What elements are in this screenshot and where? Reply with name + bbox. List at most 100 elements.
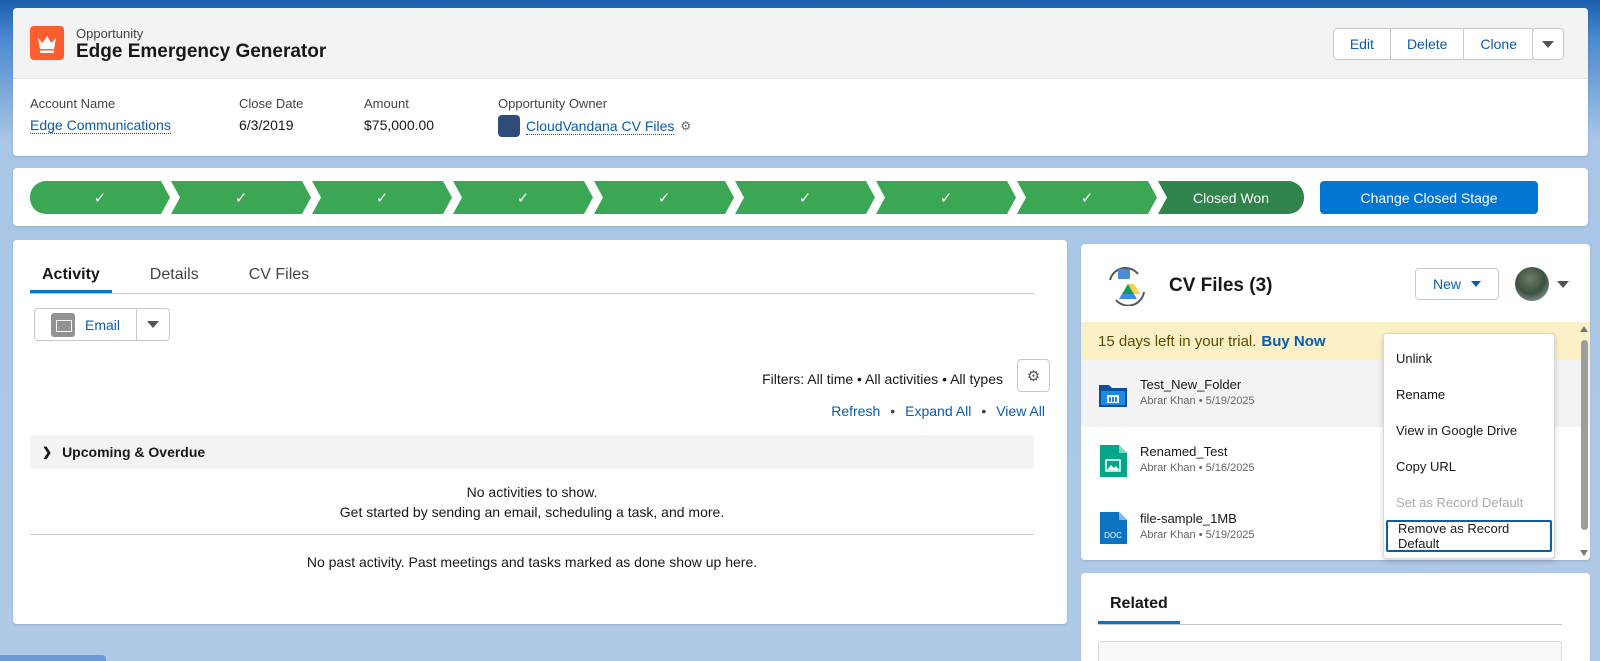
trial-text: 15 days left in your trial.: [1098, 332, 1257, 350]
close-date-value: 6/3/2019: [239, 117, 294, 133]
file-meta: Abrar Khan • 5/19/2025: [1140, 395, 1255, 407]
new-label: New: [1432, 276, 1461, 292]
field-label: Account Name: [30, 96, 116, 111]
tab-cv-files[interactable]: CV Files: [237, 258, 321, 293]
no-activities-message: No activities to show. Get started by se…: [30, 482, 1034, 522]
related-tabs: Related: [1098, 587, 1562, 625]
field-opportunity-owner: Opportunity Owner CloudVandana CV Files …: [498, 96, 691, 137]
path-step-complete[interactable]: ✓: [171, 181, 311, 214]
menu-item-set-record-default: Set as Record Default: [1396, 494, 1524, 510]
path-step-complete[interactable]: ✓: [876, 181, 1016, 214]
path-step-complete[interactable]: ✓: [735, 181, 875, 214]
header-action-buttons: Edit Delete Clone: [1332, 28, 1534, 60]
field-label: Opportunity Owner: [498, 96, 608, 111]
path-step-complete[interactable]: ✓: [312, 181, 452, 214]
path-step-complete[interactable]: ✓: [453, 181, 593, 214]
chevron-down-icon[interactable]: [1557, 281, 1569, 288]
file-context-menu: Unlink Rename View in Google Drive Copy …: [1383, 333, 1555, 559]
more-actions-button[interactable]: [1532, 28, 1564, 60]
image-file-icon: [1098, 444, 1128, 478]
cv-files-title: CV Files (3): [1169, 275, 1273, 296]
sales-path: ✓ ✓ ✓ ✓ ✓ ✓ ✓ ✓ Closed Won Change Closed Stage: [13, 168, 1588, 226]
folder-icon: [1098, 377, 1128, 411]
field-amount: Amount $75,000.00: [364, 96, 434, 133]
refresh-link[interactable]: Refresh: [831, 403, 880, 419]
file-list-scrollbar[interactable]: [1578, 326, 1590, 556]
tab-details[interactable]: Details: [138, 258, 211, 293]
header-title-bar: Opportunity Edge Emergency Generator Edi…: [13, 8, 1588, 79]
buy-now-link[interactable]: Buy Now: [1261, 333, 1325, 350]
chevron-down-icon: [1471, 281, 1481, 287]
change-owner-icon[interactable]: ⚙: [680, 119, 691, 133]
field-account-name: Account Name Edge Communications: [30, 96, 171, 134]
field-label: Amount: [364, 96, 409, 111]
gear-icon: ⚙: [1026, 367, 1041, 385]
separator-dot: •: [890, 403, 896, 419]
activity-panel: Activity Details CV Files Email Filters:…: [13, 240, 1067, 624]
file-name[interactable]: Renamed_Test: [1140, 444, 1227, 459]
path-step-complete[interactable]: ✓: [30, 181, 170, 214]
view-all-link[interactable]: View All: [996, 403, 1045, 419]
divider: [30, 534, 1034, 535]
highlights-panel: Account Name Edge Communications Close D…: [13, 79, 1588, 156]
menu-item-copy-url[interactable]: Copy URL: [1384, 448, 1554, 484]
file-name[interactable]: Test_New_Folder: [1140, 377, 1241, 392]
email-dropdown-button[interactable]: [137, 309, 169, 340]
check-icon: ✓: [1080, 189, 1094, 207]
chevron-down-icon: [147, 321, 160, 328]
expand-all-link[interactable]: Expand All: [905, 403, 971, 419]
check-icon: ✓: [516, 189, 530, 207]
scroll-down-icon[interactable]: [1580, 550, 1588, 556]
opportunity-crown-icon: [30, 26, 64, 60]
menu-item-rename[interactable]: Rename: [1384, 376, 1554, 412]
record-title: Edge Emergency Generator: [76, 41, 327, 62]
chevron-down-icon: [1542, 40, 1554, 48]
separator-dot: •: [981, 403, 987, 419]
owner-link[interactable]: CloudVandana CV Files: [526, 118, 675, 135]
account-name-link[interactable]: Edge Communications: [30, 117, 171, 134]
check-icon: ✓: [939, 189, 953, 207]
check-icon: ✓: [798, 189, 812, 207]
scroll-thumb[interactable]: [1581, 340, 1588, 530]
menu-item-view-in-google-drive[interactable]: View in Google Drive: [1384, 412, 1554, 448]
record-header: Opportunity Edge Emergency Generator Edi…: [13, 8, 1588, 156]
delete-button[interactable]: Delete: [1391, 29, 1465, 59]
filter-settings-button[interactable]: ⚙: [1017, 359, 1050, 392]
path-step-label: Closed Won: [1192, 189, 1269, 206]
field-label: Close Date: [239, 96, 304, 111]
menu-item-unlink[interactable]: Unlink: [1384, 340, 1554, 376]
svg-text:DOC: DOC: [1104, 531, 1122, 540]
email-action: Email: [34, 308, 171, 341]
check-icon: ✓: [657, 189, 671, 207]
check-icon: ✓: [234, 189, 248, 207]
file-name[interactable]: file-sample_1MB: [1140, 511, 1237, 526]
utility-bar-tab[interactable]: [0, 655, 106, 661]
tab-related[interactable]: Related: [1098, 587, 1180, 624]
change-closed-stage-button[interactable]: Change Closed Stage: [1320, 181, 1538, 214]
path-step-current[interactable]: Closed Won: [1158, 181, 1304, 214]
clone-button[interactable]: Clone: [1464, 29, 1533, 59]
scroll-up-icon[interactable]: [1580, 326, 1588, 332]
chevron-down-icon: ❯: [42, 445, 53, 459]
doc-file-icon: DOC: [1098, 511, 1128, 545]
activity-links: Refresh • Expand All • View All: [831, 403, 1045, 419]
upcoming-overdue-section[interactable]: ❯ Upcoming & Overdue: [30, 435, 1034, 469]
menu-item-remove-record-default[interactable]: Remove as Record Default: [1386, 520, 1552, 552]
file-meta: Abrar Khan • 5/16/2025: [1140, 462, 1255, 474]
user-avatar[interactable]: [1515, 267, 1549, 301]
email-button[interactable]: Email: [35, 309, 138, 340]
field-close-date: Close Date 6/3/2019: [239, 96, 303, 133]
activity-tabs: Activity Details CV Files: [30, 258, 1034, 294]
cv-files-header: CV Files (3) New: [1081, 244, 1590, 322]
activity-filters-text: Filters: All time • All activities • All…: [762, 371, 1003, 387]
new-button[interactable]: New: [1415, 268, 1499, 300]
path-steps: ✓ ✓ ✓ ✓ ✓ ✓ ✓ ✓ Closed Won: [30, 181, 1310, 214]
edit-button[interactable]: Edit: [1334, 29, 1391, 59]
path-step-complete[interactable]: ✓: [1017, 181, 1157, 214]
path-step-complete[interactable]: ✓: [594, 181, 734, 214]
email-icon: [51, 312, 75, 337]
upcoming-label: Upcoming & Overdue: [62, 444, 206, 460]
related-panel: Related: [1081, 573, 1590, 661]
related-list-card: [1098, 641, 1562, 661]
tab-activity[interactable]: Activity: [30, 258, 112, 293]
